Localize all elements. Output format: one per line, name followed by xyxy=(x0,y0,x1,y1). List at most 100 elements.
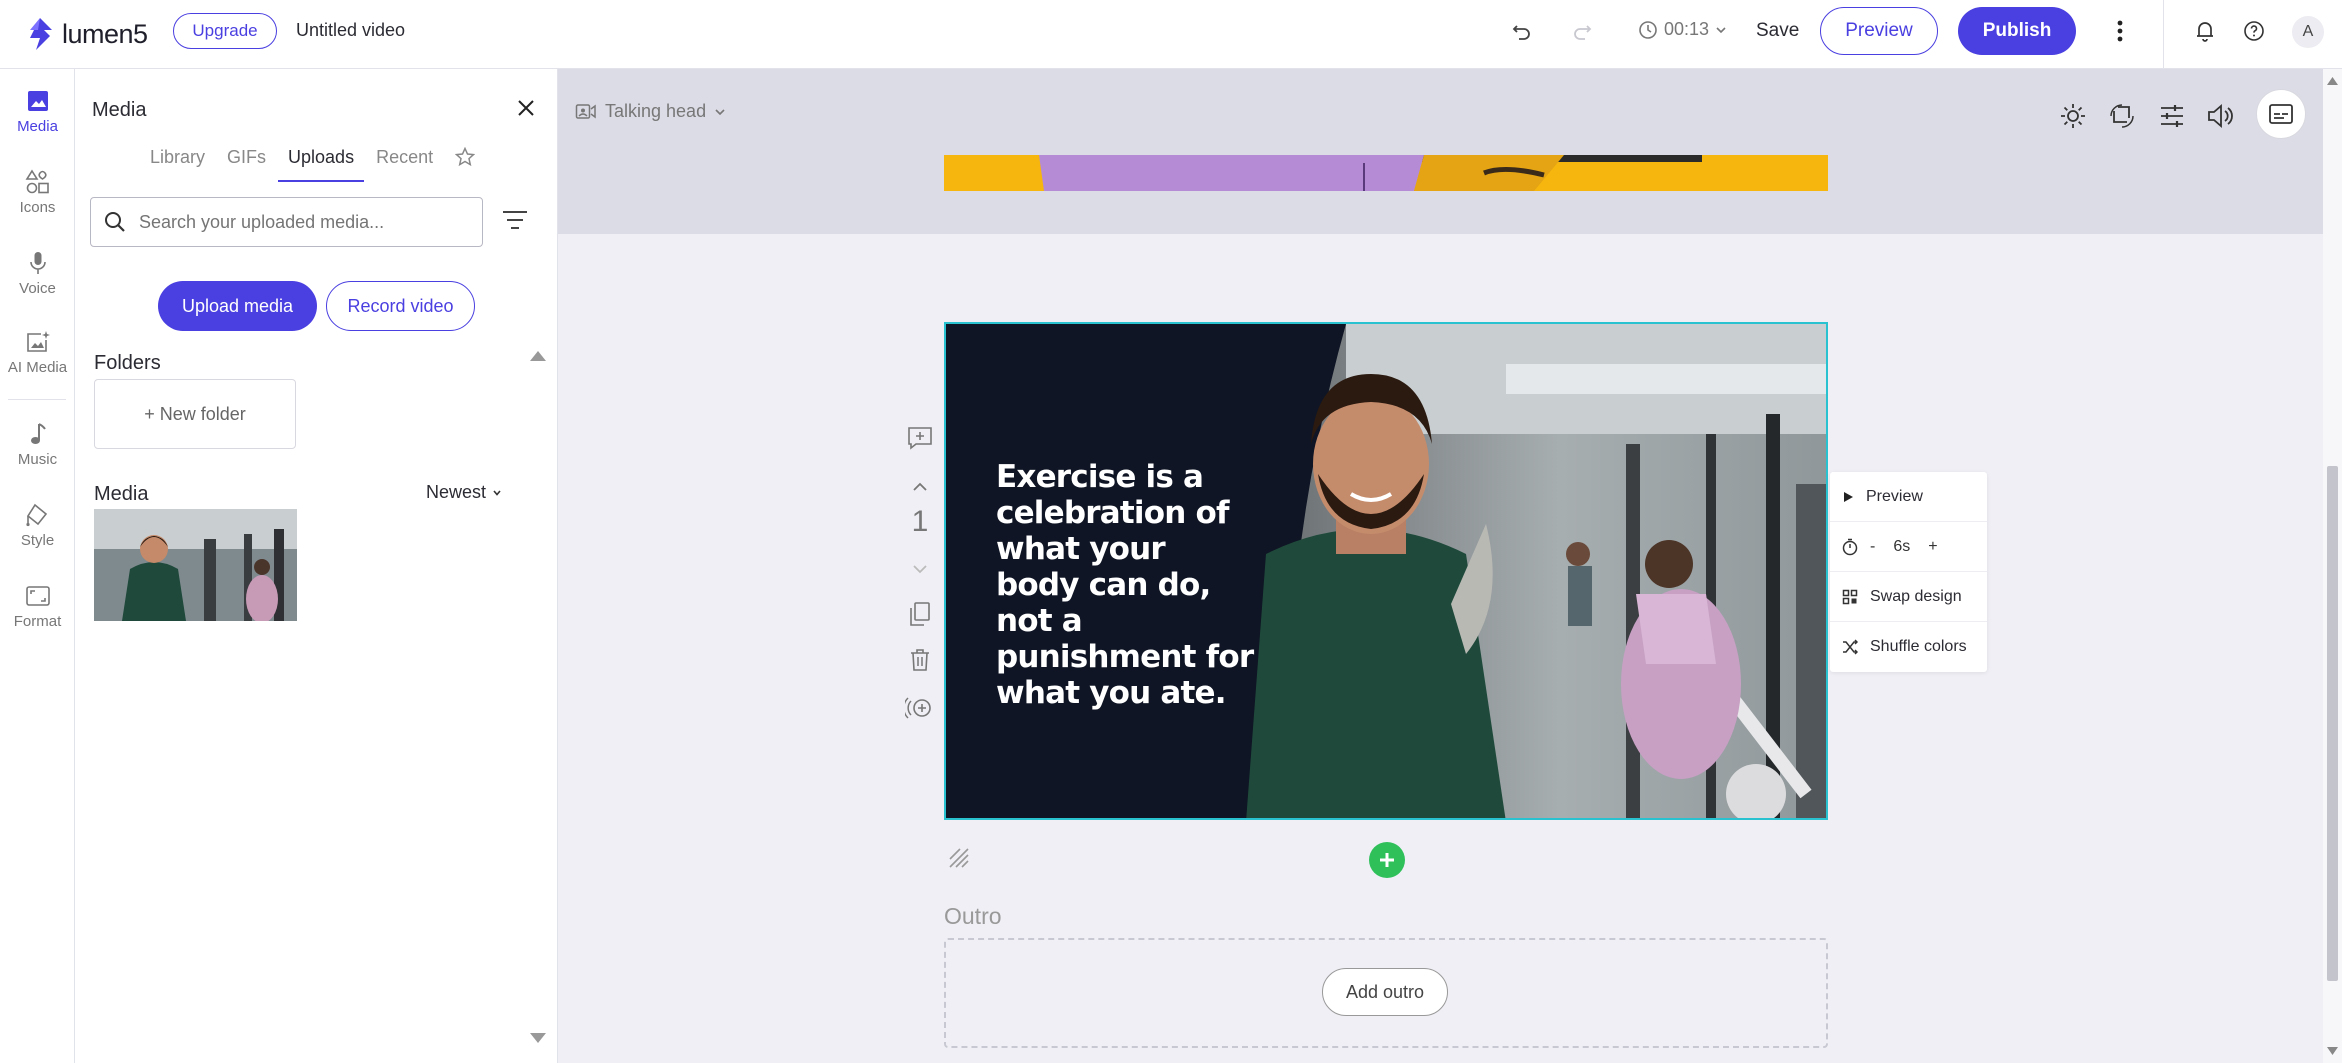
chevron-down-icon xyxy=(715,108,725,115)
shuffle-colors-item[interactable]: Shuffle colors xyxy=(1830,622,1987,672)
scene-preview-item[interactable]: Preview xyxy=(1830,472,1987,522)
folders-heading: Folders xyxy=(94,352,161,374)
tab-library[interactable]: Library xyxy=(150,147,205,183)
rail-label-music: Music xyxy=(17,451,58,468)
duration-increase-button[interactable]: + xyxy=(1928,538,1937,556)
scene-number: 1 xyxy=(911,505,929,538)
tab-uploads[interactable]: Uploads xyxy=(278,147,365,183)
publish-button[interactable]: Publish xyxy=(1958,7,2076,55)
add-voiceover-icon[interactable] xyxy=(903,691,937,725)
undo-icon[interactable] xyxy=(1508,18,1536,46)
filter-icon[interactable] xyxy=(501,209,529,235)
rail-label-ai-media: AI Media xyxy=(7,359,68,376)
record-video-button[interactable]: Record video xyxy=(326,281,475,331)
rail-label-style: Style xyxy=(20,532,55,549)
panel-scrollbar[interactable] xyxy=(527,347,549,1047)
rail-label-icons: Icons xyxy=(19,199,56,216)
workspace-header xyxy=(558,69,2323,234)
search-icon xyxy=(105,212,125,232)
paint-bucket-icon xyxy=(24,501,52,529)
image-icon xyxy=(24,87,52,115)
sort-dropdown[interactable]: Newest xyxy=(426,482,502,503)
duplicate-icon[interactable] xyxy=(903,597,937,631)
scene-preview-label: Preview xyxy=(1866,487,1923,505)
clock-icon xyxy=(1639,20,1657,39)
rail-label-voice: Voice xyxy=(19,280,56,297)
workspace-scrollbar[interactable] xyxy=(2323,69,2342,1063)
logo-text: lumen5 xyxy=(62,18,148,49)
add-outro-button[interactable]: Add outro xyxy=(1322,968,1448,1016)
avatar[interactable]: A xyxy=(2292,16,2324,48)
lumen5-logo-icon xyxy=(22,16,58,52)
bell-icon[interactable] xyxy=(2191,17,2219,45)
search-input[interactable] xyxy=(139,211,459,233)
star-icon[interactable] xyxy=(454,146,476,167)
lumen5-logo[interactable]: lumen5 xyxy=(22,14,148,54)
scrollbar-thumb[interactable] xyxy=(2327,466,2338,981)
previous-scene-preview[interactable] xyxy=(944,155,1828,191)
redo-icon[interactable] xyxy=(1568,18,1596,46)
layout-label: Talking head xyxy=(605,101,707,121)
shuffle-icon xyxy=(1843,639,1858,655)
layout-dropdown[interactable]: Talking head xyxy=(575,101,726,122)
more-options-icon[interactable] xyxy=(2110,16,2130,46)
add-text-icon[interactable] xyxy=(903,421,937,455)
scene-card[interactable]: Exercise is a celebration of what your b… xyxy=(944,322,1828,820)
tab-recent[interactable]: Recent xyxy=(376,147,433,183)
rail-item-format[interactable]: Format xyxy=(0,582,75,630)
swap-design-item[interactable]: Swap design xyxy=(1830,572,1987,622)
scene-caption[interactable]: Exercise is a celebration of what your b… xyxy=(996,459,1256,711)
topbar-divider xyxy=(2163,0,2164,69)
volume-icon[interactable] xyxy=(2203,99,2237,133)
uploaded-media-thumbnail[interactable] xyxy=(94,509,297,621)
tab-gifs[interactable]: GIFs xyxy=(227,147,266,183)
close-icon[interactable] xyxy=(515,97,539,121)
new-folder-button[interactable]: + New folder xyxy=(94,379,296,449)
shapes-icon xyxy=(24,168,52,196)
save-button[interactable]: Save xyxy=(1756,20,1799,42)
rail-item-ai-media[interactable]: AI Media xyxy=(0,328,75,376)
media-panel: Media Library GIFs Uploads Recent Upload… xyxy=(75,69,558,1063)
adjustments-icon[interactable] xyxy=(2155,99,2189,133)
sort-label: Newest xyxy=(426,482,487,502)
rail-item-style[interactable]: Style xyxy=(0,501,75,549)
search-box[interactable] xyxy=(90,197,483,247)
video-title[interactable]: Untitled video xyxy=(296,20,405,41)
timer-icon xyxy=(1842,538,1858,555)
scene-duration-value: 6s xyxy=(1893,537,1911,555)
trash-icon[interactable] xyxy=(903,643,937,677)
ai-image-icon xyxy=(24,328,52,356)
chevron-down-icon xyxy=(1716,26,1726,33)
duration-decrease-button[interactable]: - xyxy=(1870,538,1875,556)
aspect-ratio-icon xyxy=(24,582,52,610)
captions-icon[interactable] xyxy=(2256,89,2306,139)
rail-item-media[interactable]: Media xyxy=(0,87,75,135)
play-icon xyxy=(1844,491,1853,502)
music-note-icon xyxy=(24,420,52,448)
move-up-icon[interactable] xyxy=(903,470,937,504)
panel-title: Media xyxy=(92,99,147,121)
transition-icon[interactable] xyxy=(946,845,976,875)
scene-duration-item: - 6s + xyxy=(1830,522,1987,572)
rail-item-music[interactable]: Music xyxy=(0,420,75,468)
rail-label-media: Media xyxy=(17,118,58,135)
shuffle-colors-label: Shuffle colors xyxy=(1870,638,1967,655)
storyboard-workspace: Talking head 1 Exercise is a celebration… xyxy=(558,69,2342,1063)
layout-grid-icon xyxy=(1842,589,1858,604)
media-tabs: Library GIFs Uploads Recent xyxy=(150,146,476,182)
upgrade-button[interactable]: Upgrade xyxy=(173,13,277,49)
rail-item-voice[interactable]: Voice xyxy=(0,249,75,297)
add-scene-button[interactable] xyxy=(1369,842,1405,878)
rotate-crop-icon[interactable] xyxy=(2105,99,2139,133)
brightness-icon[interactable] xyxy=(2056,99,2090,133)
swap-design-label: Swap design xyxy=(1870,587,1962,605)
top-bar: lumen5 Upgrade Untitled video 00:13 Save… xyxy=(0,0,2342,69)
preview-button[interactable]: Preview xyxy=(1820,7,1938,55)
outro-heading: Outro xyxy=(944,903,1002,929)
upload-media-button[interactable]: Upload media xyxy=(158,281,317,331)
media-heading: Media xyxy=(94,483,149,505)
duration-dropdown[interactable]: 00:13 xyxy=(1638,19,1727,40)
rail-item-icons[interactable]: Icons xyxy=(0,168,75,216)
help-icon[interactable] xyxy=(2240,17,2268,45)
move-down-icon[interactable] xyxy=(903,552,937,586)
